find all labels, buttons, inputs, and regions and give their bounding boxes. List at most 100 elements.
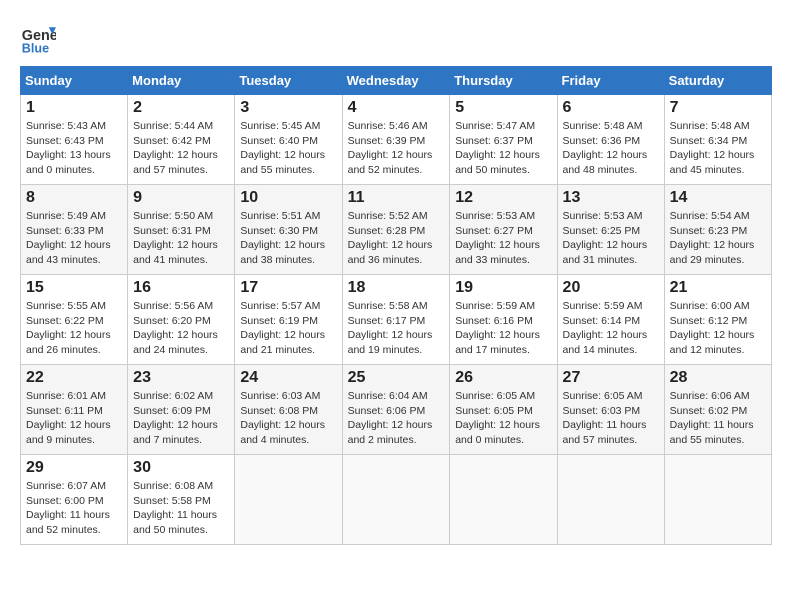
day-number: 5 xyxy=(455,99,551,117)
day-number: 21 xyxy=(670,279,766,297)
page-header: General Blue xyxy=(20,20,772,56)
calendar-cell: 2 Sunrise: 5:44 AM Sunset: 6:42 PM Dayli… xyxy=(128,95,235,185)
day-info: Sunrise: 6:02 AM Sunset: 6:09 PM Dayligh… xyxy=(133,389,229,448)
day-info: Sunrise: 5:55 AM Sunset: 6:22 PM Dayligh… xyxy=(26,299,122,358)
day-info: Sunrise: 6:07 AM Sunset: 6:00 PM Dayligh… xyxy=(26,479,122,538)
day-info: Sunrise: 6:08 AM Sunset: 5:58 PM Dayligh… xyxy=(133,479,229,538)
calendar-cell: 30 Sunrise: 6:08 AM Sunset: 5:58 PM Dayl… xyxy=(128,455,235,545)
calendar-cell: 6 Sunrise: 5:48 AM Sunset: 6:36 PM Dayli… xyxy=(557,95,664,185)
calendar-cell: 20 Sunrise: 5:59 AM Sunset: 6:14 PM Dayl… xyxy=(557,275,664,365)
day-number: 3 xyxy=(240,99,336,117)
calendar-cell: 11 Sunrise: 5:52 AM Sunset: 6:28 PM Dayl… xyxy=(342,185,450,275)
day-info: Sunrise: 5:48 AM Sunset: 6:34 PM Dayligh… xyxy=(670,119,766,178)
day-number: 26 xyxy=(455,369,551,387)
day-number: 22 xyxy=(26,369,122,387)
calendar-cell: 18 Sunrise: 5:58 AM Sunset: 6:17 PM Dayl… xyxy=(342,275,450,365)
day-number: 20 xyxy=(563,279,659,297)
weekday-header-sunday: Sunday xyxy=(21,67,128,95)
calendar-cell: 4 Sunrise: 5:46 AM Sunset: 6:39 PM Dayli… xyxy=(342,95,450,185)
day-number: 29 xyxy=(26,459,122,477)
day-info: Sunrise: 5:53 AM Sunset: 6:25 PM Dayligh… xyxy=(563,209,659,268)
day-info: Sunrise: 5:56 AM Sunset: 6:20 PM Dayligh… xyxy=(133,299,229,358)
calendar-cell: 25 Sunrise: 6:04 AM Sunset: 6:06 PM Dayl… xyxy=(342,365,450,455)
calendar-cell: 28 Sunrise: 6:06 AM Sunset: 6:02 PM Dayl… xyxy=(664,365,771,455)
calendar-cell xyxy=(342,455,450,545)
day-info: Sunrise: 5:43 AM Sunset: 6:43 PM Dayligh… xyxy=(26,119,122,178)
calendar-cell xyxy=(664,455,771,545)
weekday-header-wednesday: Wednesday xyxy=(342,67,450,95)
week-row-5: 29 Sunrise: 6:07 AM Sunset: 6:00 PM Dayl… xyxy=(21,455,772,545)
day-number: 7 xyxy=(670,99,766,117)
weekday-header-saturday: Saturday xyxy=(664,67,771,95)
day-number: 8 xyxy=(26,189,122,207)
calendar-cell: 24 Sunrise: 6:03 AM Sunset: 6:08 PM Dayl… xyxy=(235,365,342,455)
day-number: 9 xyxy=(133,189,229,207)
day-info: Sunrise: 5:47 AM Sunset: 6:37 PM Dayligh… xyxy=(455,119,551,178)
day-info: Sunrise: 5:46 AM Sunset: 6:39 PM Dayligh… xyxy=(348,119,445,178)
day-info: Sunrise: 5:53 AM Sunset: 6:27 PM Dayligh… xyxy=(455,209,551,268)
logo: General Blue xyxy=(20,20,56,56)
day-number: 25 xyxy=(348,369,445,387)
day-number: 11 xyxy=(348,189,445,207)
day-info: Sunrise: 5:54 AM Sunset: 6:23 PM Dayligh… xyxy=(670,209,766,268)
day-number: 30 xyxy=(133,459,229,477)
calendar-cell xyxy=(450,455,557,545)
calendar-cell: 8 Sunrise: 5:49 AM Sunset: 6:33 PM Dayli… xyxy=(21,185,128,275)
calendar-cell: 5 Sunrise: 5:47 AM Sunset: 6:37 PM Dayli… xyxy=(450,95,557,185)
svg-text:Blue: Blue xyxy=(22,41,49,55)
day-number: 24 xyxy=(240,369,336,387)
day-info: Sunrise: 5:48 AM Sunset: 6:36 PM Dayligh… xyxy=(563,119,659,178)
day-info: Sunrise: 6:00 AM Sunset: 6:12 PM Dayligh… xyxy=(670,299,766,358)
weekday-header-row: SundayMondayTuesdayWednesdayThursdayFrid… xyxy=(21,67,772,95)
day-number: 27 xyxy=(563,369,659,387)
day-info: Sunrise: 5:49 AM Sunset: 6:33 PM Dayligh… xyxy=(26,209,122,268)
day-info: Sunrise: 6:06 AM Sunset: 6:02 PM Dayligh… xyxy=(670,389,766,448)
calendar-cell: 15 Sunrise: 5:55 AM Sunset: 6:22 PM Dayl… xyxy=(21,275,128,365)
calendar-cell: 19 Sunrise: 5:59 AM Sunset: 6:16 PM Dayl… xyxy=(450,275,557,365)
calendar-cell: 1 Sunrise: 5:43 AM Sunset: 6:43 PM Dayli… xyxy=(21,95,128,185)
day-info: Sunrise: 6:04 AM Sunset: 6:06 PM Dayligh… xyxy=(348,389,445,448)
day-number: 13 xyxy=(563,189,659,207)
calendar-cell: 27 Sunrise: 6:05 AM Sunset: 6:03 PM Dayl… xyxy=(557,365,664,455)
day-number: 14 xyxy=(670,189,766,207)
day-info: Sunrise: 5:51 AM Sunset: 6:30 PM Dayligh… xyxy=(240,209,336,268)
weekday-header-friday: Friday xyxy=(557,67,664,95)
week-row-2: 8 Sunrise: 5:49 AM Sunset: 6:33 PM Dayli… xyxy=(21,185,772,275)
calendar-cell: 13 Sunrise: 5:53 AM Sunset: 6:25 PM Dayl… xyxy=(557,185,664,275)
calendar-table: SundayMondayTuesdayWednesdayThursdayFrid… xyxy=(20,66,772,545)
day-info: Sunrise: 6:05 AM Sunset: 6:05 PM Dayligh… xyxy=(455,389,551,448)
calendar-cell: 12 Sunrise: 5:53 AM Sunset: 6:27 PM Dayl… xyxy=(450,185,557,275)
calendar-cell: 22 Sunrise: 6:01 AM Sunset: 6:11 PM Dayl… xyxy=(21,365,128,455)
calendar-cell: 10 Sunrise: 5:51 AM Sunset: 6:30 PM Dayl… xyxy=(235,185,342,275)
logo-icon: General Blue xyxy=(20,20,56,56)
day-number: 23 xyxy=(133,369,229,387)
calendar-cell: 14 Sunrise: 5:54 AM Sunset: 6:23 PM Dayl… xyxy=(664,185,771,275)
weekday-header-tuesday: Tuesday xyxy=(235,67,342,95)
day-info: Sunrise: 5:45 AM Sunset: 6:40 PM Dayligh… xyxy=(240,119,336,178)
day-info: Sunrise: 6:05 AM Sunset: 6:03 PM Dayligh… xyxy=(563,389,659,448)
day-info: Sunrise: 5:59 AM Sunset: 6:14 PM Dayligh… xyxy=(563,299,659,358)
day-number: 17 xyxy=(240,279,336,297)
weekday-header-thursday: Thursday xyxy=(450,67,557,95)
calendar-cell xyxy=(235,455,342,545)
day-number: 10 xyxy=(240,189,336,207)
day-number: 18 xyxy=(348,279,445,297)
week-row-4: 22 Sunrise: 6:01 AM Sunset: 6:11 PM Dayl… xyxy=(21,365,772,455)
calendar-cell: 26 Sunrise: 6:05 AM Sunset: 6:05 PM Dayl… xyxy=(450,365,557,455)
day-info: Sunrise: 5:44 AM Sunset: 6:42 PM Dayligh… xyxy=(133,119,229,178)
calendar-cell: 17 Sunrise: 5:57 AM Sunset: 6:19 PM Dayl… xyxy=(235,275,342,365)
day-number: 16 xyxy=(133,279,229,297)
day-info: Sunrise: 5:50 AM Sunset: 6:31 PM Dayligh… xyxy=(133,209,229,268)
day-info: Sunrise: 6:01 AM Sunset: 6:11 PM Dayligh… xyxy=(26,389,122,448)
day-info: Sunrise: 6:03 AM Sunset: 6:08 PM Dayligh… xyxy=(240,389,336,448)
day-number: 4 xyxy=(348,99,445,117)
day-number: 19 xyxy=(455,279,551,297)
week-row-3: 15 Sunrise: 5:55 AM Sunset: 6:22 PM Dayl… xyxy=(21,275,772,365)
day-number: 12 xyxy=(455,189,551,207)
day-info: Sunrise: 5:52 AM Sunset: 6:28 PM Dayligh… xyxy=(348,209,445,268)
day-info: Sunrise: 5:58 AM Sunset: 6:17 PM Dayligh… xyxy=(348,299,445,358)
calendar-cell: 29 Sunrise: 6:07 AM Sunset: 6:00 PM Dayl… xyxy=(21,455,128,545)
calendar-cell: 3 Sunrise: 5:45 AM Sunset: 6:40 PM Dayli… xyxy=(235,95,342,185)
calendar-cell: 7 Sunrise: 5:48 AM Sunset: 6:34 PM Dayli… xyxy=(664,95,771,185)
day-number: 1 xyxy=(26,99,122,117)
